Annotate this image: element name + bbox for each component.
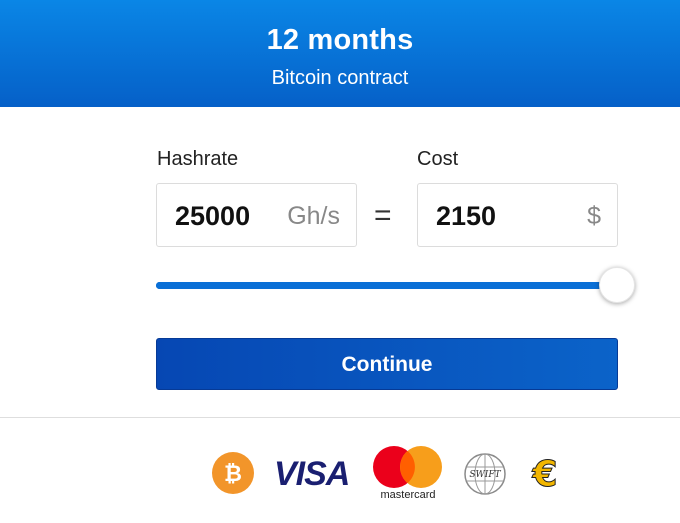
divider — [0, 417, 680, 418]
contract-type-subtitle: Bitcoin contract — [271, 67, 409, 89]
cost-input[interactable]: 2150 $ — [417, 183, 618, 247]
cost-label: Cost — [417, 148, 459, 170]
euro-icon: € — [531, 454, 558, 495]
hashrate-label: Hashrate — [157, 148, 239, 170]
contract-header: 12 months Bitcoin contract — [0, 0, 680, 107]
swift-text: SWIFT — [469, 470, 501, 480]
hashrate-input[interactable]: 25000 Gh/s — [156, 183, 357, 247]
svg-text:₿: ₿ — [224, 462, 242, 487]
hashrate-value[interactable]: 25000 — [175, 201, 250, 232]
svg-text:€: € — [531, 454, 557, 494]
contract-duration-title: 12 months — [266, 24, 414, 56]
mastercard-circles-icon — [373, 446, 442, 488]
swift-icon: SWIFT — [464, 453, 506, 495]
hashrate-slider-fill — [156, 282, 618, 289]
visa-logo: VISA — [274, 455, 350, 493]
cost-value[interactable]: 2150 — [436, 201, 496, 232]
hashrate-slider-thumb[interactable] — [599, 267, 635, 303]
equals-sign: = — [374, 199, 392, 232]
mastercard-wordmark: mastercard — [380, 489, 436, 501]
continue-button[interactable]: Continue — [156, 338, 618, 390]
bitcoin-icon: ₿ — [212, 452, 254, 494]
hashrate-slider-track[interactable] — [156, 282, 618, 289]
cost-currency-unit: $ — [587, 202, 601, 230]
hashrate-unit: Gh/s — [287, 202, 340, 230]
mastercard-logo: mastercard — [372, 446, 444, 502]
